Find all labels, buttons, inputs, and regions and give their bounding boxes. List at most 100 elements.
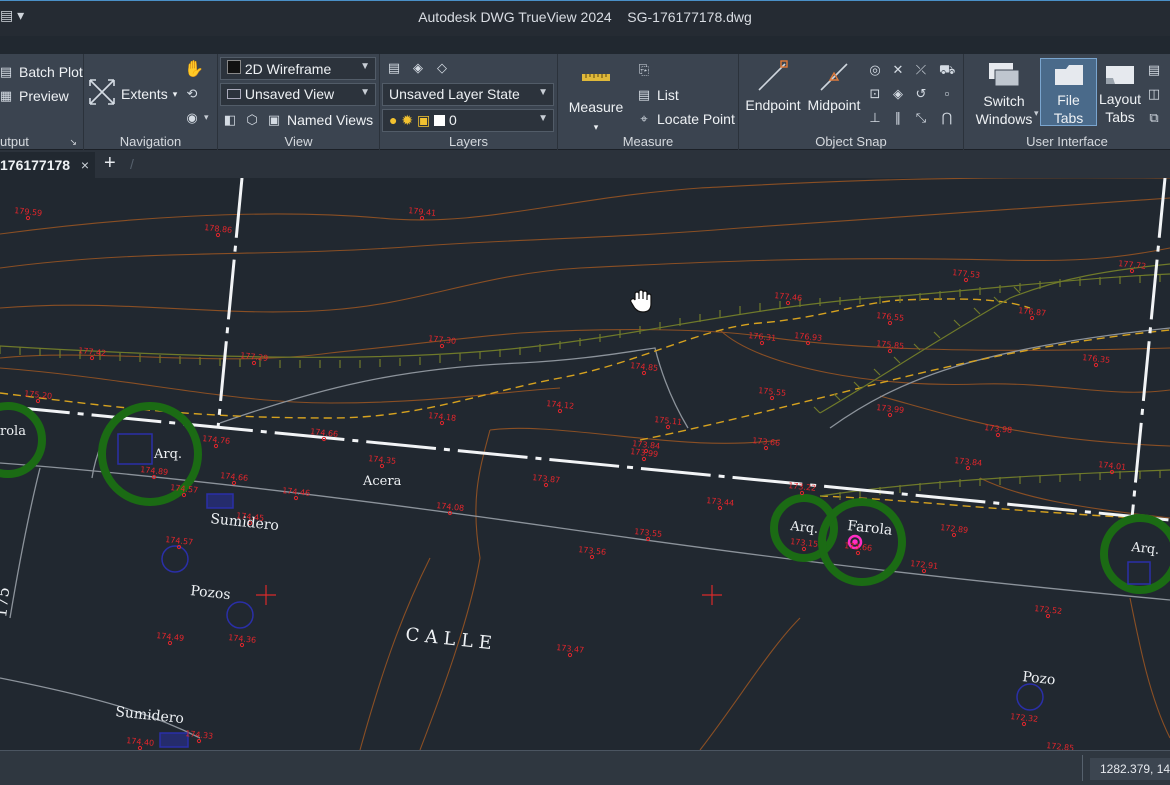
tangent-snap-icon[interactable]: ↺ <box>913 86 929 102</box>
elevation-point-marker <box>1029 315 1035 321</box>
layer-state-value: Unsaved Layer State <box>389 86 520 102</box>
navigation-panel: Extents ▾ ✋ ⟲ ◉ ▾ Navigation <box>84 54 218 150</box>
layer-properties-icon[interactable]: ▤ <box>386 60 402 76</box>
switch-windows-label-2: Windows <box>975 111 1033 127</box>
endpoint-label: Endpoint <box>745 97 801 113</box>
elevation-point-marker <box>963 277 969 283</box>
output-panel-label[interactable]: utput ↘ <box>0 134 83 150</box>
label-calle: C A L L E <box>404 624 492 654</box>
zoom-dropdown-icon[interactable]: ▾ <box>204 112 209 123</box>
elevation-point-marker <box>641 456 647 462</box>
named-views-icon: ▣ <box>267 112 281 127</box>
node-snap-icon[interactable]: ⊡ <box>867 86 883 102</box>
coordinates-readout[interactable]: 1282.379, 146 <box>1090 758 1170 780</box>
id-point-icon[interactable]: ⎘ <box>636 62 652 78</box>
label-arq-mid: Arq. <box>789 519 819 537</box>
elevation-point-marker <box>35 398 41 404</box>
elevation-label: 172.85 <box>1046 741 1075 750</box>
elevation-point-marker <box>567 652 573 658</box>
apparent-intersection-icon[interactable]: ⤫ <box>913 62 929 78</box>
layers-panel: ▤ ◈ ◇ Unsaved Layer State ▼ ● ✹ ▣ 0 ▼ La… <box>380 54 558 150</box>
batch-plot-icon: ▤ <box>0 64 13 79</box>
layer-state-dropdown[interactable]: Unsaved Layer State ▼ <box>382 83 554 106</box>
locate-point-button[interactable]: ⌖ Locate Point <box>636 111 735 127</box>
elevation-point-marker <box>589 554 595 560</box>
label-pozos: Pozos <box>190 583 232 603</box>
pan-hand-icon[interactable]: ✋ <box>184 62 204 78</box>
endpoint-button[interactable]: Endpoint <box>743 96 803 114</box>
saved-view-dropdown[interactable]: Unsaved View ▼ <box>220 83 376 106</box>
center-snap-icon[interactable]: ◎ <box>867 62 883 78</box>
file-tabs-button[interactable]: File Tabs <box>1040 58 1097 126</box>
tile-vertical-icon[interactable]: ◫ <box>1146 86 1162 102</box>
orbit-icon[interactable]: ⟲ <box>184 86 200 102</box>
drawing-svg[interactable]: 179.59 179.41178.86177.53177.72177.46177.… <box>0 178 1170 750</box>
snap-magnet-icon[interactable]: ⋂ <box>939 110 955 126</box>
midpoint-button[interactable]: Midpoint <box>803 96 865 114</box>
document-tab[interactable]: 176177178 × <box>0 152 95 178</box>
view-box-icon[interactable]: ⬡ <box>244 112 260 128</box>
elevation-point-marker <box>921 568 927 574</box>
insert-snap-icon[interactable]: ▫ <box>939 86 955 102</box>
perpendicular-snap-icon[interactable]: ⊥ <box>867 110 883 126</box>
zoom-wheel-icon[interactable]: ◉ <box>184 110 200 126</box>
drawing-canvas[interactable]: 179.59 179.41 178.86 177.53 177.72 177.46 177.… <box>0 178 1170 750</box>
elevation-point-marker <box>1129 268 1135 274</box>
layout-tabs-button[interactable]: Layout Tabs <box>1098 62 1142 126</box>
close-tab-icon[interactable]: × <box>81 157 89 173</box>
elevation-point-marker <box>799 490 805 496</box>
output-panel: ▤ Batch Plot ▦ Preview utput ↘ <box>0 54 84 150</box>
view-panel-label: View <box>284 134 313 149</box>
current-layer-dropdown[interactable]: ● ✹ ▣ 0 ▼ <box>382 109 554 132</box>
elevation-point-marker <box>763 445 769 451</box>
current-layer-value: 0 <box>449 112 457 128</box>
parallel-snap-icon[interactable]: ∥ <box>890 110 906 126</box>
map-labels: rola Arq. Acera Sumidero Pozos C A L L E… <box>0 424 1160 727</box>
measure-panel: Measure ▾ ⎘ ▤ List ⌖ Locate Point Measure <box>558 54 739 150</box>
expand-arrow-icon[interactable]: ↘ <box>69 134 77 150</box>
measure-button[interactable]: Measure ▾ <box>566 98 626 136</box>
visual-style-dropdown[interactable]: 2D Wireframe ▼ <box>220 57 376 80</box>
cascade-icon[interactable]: ⧉ <box>1146 110 1162 126</box>
midpoint-label: Midpoint <box>807 97 861 113</box>
elevation-point-marker <box>951 532 957 538</box>
new-tab-button[interactable]: + <box>104 152 116 175</box>
status-bar: 1282.379, 146 <box>0 750 1170 785</box>
batch-plot-button[interactable]: ▤ Batch Plot <box>0 64 83 80</box>
extents-label: Extents <box>121 86 168 102</box>
elevation-point-marker <box>419 215 425 221</box>
elevation-point-marker <box>167 640 173 646</box>
user-interface-panel: Switch Windows ▾ File Tabs Layout Tabs ▤… <box>964 54 1170 150</box>
layer-unisolate-icon[interactable]: ◇ <box>434 60 450 76</box>
view-icon <box>227 89 241 99</box>
elevation-point-marker <box>887 348 893 354</box>
layer-isolate-icon[interactable]: ◈ <box>410 60 426 76</box>
green-circles <box>0 402 1170 594</box>
named-views-button[interactable]: ▣ Named Views <box>266 112 373 128</box>
app-title: Autodesk DWG TrueView 2024 <box>418 9 612 25</box>
elevation-point-marker <box>1021 721 1027 727</box>
dropdown-arrow-icon: ▼ <box>538 87 548 98</box>
switch-windows-button[interactable]: Switch Windows <box>974 92 1034 128</box>
extents-button[interactable]: Extents ▾ <box>121 86 177 102</box>
elevation-point-marker <box>251 360 257 366</box>
elevation-point-marker <box>543 482 549 488</box>
elevation-point-marker <box>717 505 723 511</box>
intersection-snap-icon[interactable]: ✕ <box>890 62 906 78</box>
red-crosses <box>256 585 722 605</box>
quadrant-snap-icon[interactable]: ◈ <box>890 86 906 102</box>
preview-button[interactable]: ▦ Preview <box>0 88 69 104</box>
ruler-icon <box>582 74 610 81</box>
chevron-down-icon[interactable]: ▾ <box>1034 108 1039 119</box>
nearest-snap-icon[interactable]: ⤡ <box>913 110 929 126</box>
batch-plot-label: Batch Plot <box>19 64 83 80</box>
list-button[interactable]: ▤ List <box>636 87 679 103</box>
snap-settings-icon[interactable]: ⛟ <box>939 62 955 78</box>
label-arq-left: Arq. <box>153 447 182 462</box>
view-cube-icon[interactable]: ◧ <box>222 112 238 128</box>
layout-tabs-label-1: Layout <box>1098 91 1142 107</box>
object-snap-panel-label: Object Snap <box>815 134 887 149</box>
preview-label: Preview <box>19 88 69 104</box>
tile-horizontal-icon[interactable]: ▤ <box>1146 62 1162 78</box>
label-farola-left: rola <box>0 424 26 439</box>
